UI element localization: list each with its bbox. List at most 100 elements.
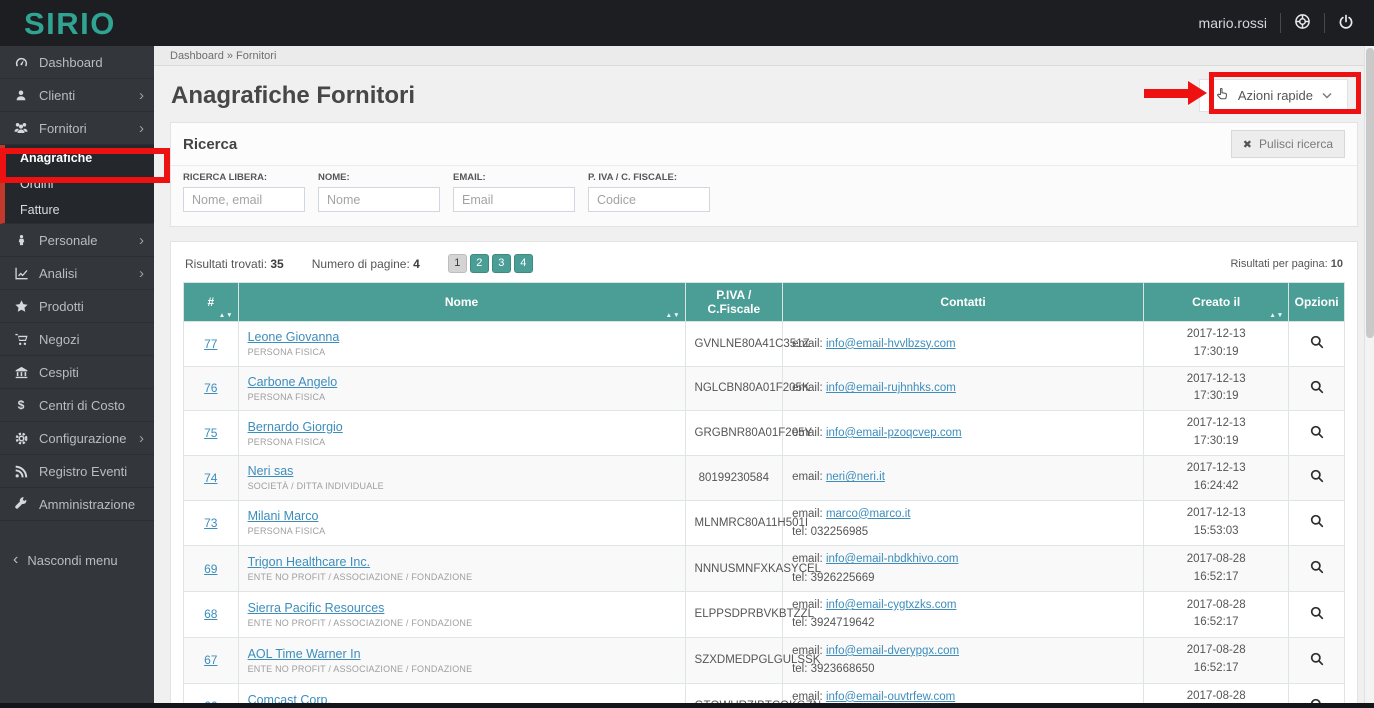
quick-actions-label: Azioni rapide bbox=[1237, 88, 1313, 103]
sidebar-item-cespiti[interactable]: Cespiti bbox=[0, 356, 154, 389]
row-created-cell: 2017-08-28 16:52:17 bbox=[1143, 545, 1290, 593]
row-email-link[interactable]: info@email-ouvtrfew.com bbox=[826, 691, 955, 703]
username[interactable]: mario.rossi bbox=[1199, 15, 1267, 31]
row-email-link[interactable]: marco@marco.it bbox=[826, 508, 911, 520]
page-button-3[interactable]: 3 bbox=[491, 254, 511, 273]
row-detail-button[interactable] bbox=[1309, 424, 1325, 443]
app-logo[interactable]: SIRIO bbox=[0, 8, 116, 39]
sidebar-item-anagrafiche[interactable]: Anagrafiche bbox=[5, 145, 154, 171]
row-id-link[interactable]: 68 bbox=[204, 607, 217, 621]
column-header-opzioni: Opzioni bbox=[1288, 282, 1345, 322]
row-created-date: 2017-08-28 bbox=[1186, 598, 1246, 611]
row-name-link[interactable]: Neri sas bbox=[248, 464, 294, 478]
quick-actions-button[interactable]: Azioni rapide bbox=[1198, 79, 1348, 112]
table-row: 77 Leone Giovanna PERSONA FISICA GVNLNE80A4… bbox=[183, 321, 1345, 367]
magnifier-icon bbox=[1309, 559, 1325, 578]
sort-arrows-icon[interactable]: ▲▼ bbox=[666, 312, 681, 319]
sidebar-item-fatture[interactable]: Fatture bbox=[5, 197, 154, 223]
search-input-p-iva-c-fiscale[interactable] bbox=[588, 187, 710, 212]
row-created-date: 2017-12-13 bbox=[1186, 417, 1246, 430]
row-name-link[interactable]: Trigon Healthcare Inc. bbox=[248, 555, 371, 569]
search-panel: Ricerca ✖ Pulisci ricerca RICERCA LIBERA… bbox=[170, 122, 1358, 227]
row-detail-button[interactable] bbox=[1309, 559, 1325, 578]
row-type-label: PERSONA FISICA bbox=[247, 526, 326, 537]
row-contacts-cell: email: info@email-hvvlbzsy.com bbox=[782, 321, 1145, 367]
magnifier-icon bbox=[1309, 468, 1325, 487]
sidebar-item-prodotti[interactable]: Prodotti bbox=[0, 290, 154, 323]
logout-button[interactable] bbox=[1338, 14, 1354, 33]
row-contacts-cell: email: info@email-pzoqcvep.com bbox=[782, 410, 1145, 456]
sidebar-item-centri-di-costo[interactable]: $ Centri di Costo bbox=[0, 389, 154, 422]
row-detail-button[interactable] bbox=[1309, 379, 1325, 398]
page-button-1[interactable]: 1 bbox=[447, 254, 467, 273]
search-input-nome[interactable] bbox=[318, 187, 440, 212]
sidebar-item-label: Centri di Costo bbox=[39, 397, 125, 413]
row-email-link[interactable]: info@email-cygtxzks.com bbox=[826, 599, 957, 611]
clear-search-label: Pulisci ricerca bbox=[1258, 137, 1333, 151]
search-input-ricerca-libera[interactable] bbox=[183, 187, 305, 212]
row-name-link[interactable]: Milani Marco bbox=[248, 509, 319, 523]
row-id-link[interactable]: 69 bbox=[204, 562, 217, 576]
row-id-link[interactable]: 73 bbox=[204, 516, 217, 530]
row-detail-button[interactable] bbox=[1309, 513, 1325, 532]
sidebar-item-analisi[interactable]: Analisi › bbox=[0, 257, 154, 290]
row-email-link[interactable]: neri@neri.it bbox=[826, 471, 885, 483]
results-toolbar: Risultati trovati: 35 Numero di pagine: … bbox=[183, 250, 1345, 282]
column-header-[interactable]: # ▲▼ bbox=[183, 282, 239, 322]
column-header-label: Nome bbox=[444, 295, 479, 309]
row-email-link[interactable]: info@email-pzoqcvep.com bbox=[826, 427, 962, 439]
page-button-2[interactable]: 2 bbox=[469, 254, 489, 273]
row-name-link[interactable]: AOL Time Warner In bbox=[248, 647, 361, 661]
chevron-left-icon: ‹ bbox=[13, 551, 19, 568]
sidebar-item-fornitori[interactable]: Fornitori › bbox=[0, 112, 154, 145]
column-header-nome[interactable]: Nome ▲▼ bbox=[237, 282, 686, 322]
sidebar-item-label: Dashboard bbox=[39, 54, 103, 70]
row-detail-button[interactable] bbox=[1309, 651, 1325, 670]
row-email-link[interactable]: info@email-rujhnhks.com bbox=[826, 382, 956, 394]
row-email-link[interactable]: info@email-nbdkhivo.com bbox=[826, 553, 958, 565]
row-name-link[interactable]: Sierra Pacific Resources bbox=[248, 601, 385, 615]
scrollbar[interactable] bbox=[1364, 46, 1374, 708]
row-detail-button[interactable] bbox=[1309, 468, 1325, 487]
row-id-link[interactable]: 77 bbox=[204, 337, 217, 351]
sort-arrows-icon[interactable]: ▲▼ bbox=[1269, 312, 1284, 319]
sidebar-item-clienti[interactable]: Clienti › bbox=[0, 79, 154, 112]
chart-icon bbox=[13, 265, 29, 281]
sidebar-item-personale[interactable]: Personale › bbox=[0, 224, 154, 257]
sidebar-item-negozi[interactable]: Negozi bbox=[0, 323, 154, 356]
row-tel-line: tel: 3926225669 bbox=[792, 571, 875, 584]
row-email-link[interactable]: info@email-dverypgx.com bbox=[826, 645, 959, 657]
row-name-link[interactable]: Carbone Angelo bbox=[248, 375, 338, 389]
row-email-link[interactable]: info@email-hvvlbzsy.com bbox=[826, 338, 956, 350]
search-input-email[interactable] bbox=[453, 187, 575, 212]
row-detail-button[interactable] bbox=[1309, 605, 1325, 624]
row-id-link[interactable]: 75 bbox=[204, 426, 217, 440]
row-created-date: 2017-08-28 bbox=[1186, 644, 1246, 657]
row-options-cell bbox=[1288, 499, 1345, 547]
chevron-down-icon bbox=[1322, 92, 1332, 99]
column-header-creato-il[interactable]: Creato il ▲▼ bbox=[1143, 282, 1290, 322]
sidebar-item-configurazione[interactable]: Configurazione › bbox=[0, 422, 154, 455]
clear-search-button[interactable]: ✖ Pulisci ricerca bbox=[1230, 130, 1345, 158]
row-id-link[interactable]: 67 bbox=[204, 653, 217, 667]
column-header-p-iva-c-fiscale: P.IVA / C.Fiscale bbox=[684, 282, 784, 322]
sort-arrows-icon[interactable]: ▲▼ bbox=[219, 312, 234, 319]
svg-text:$: $ bbox=[18, 398, 25, 412]
help-button[interactable] bbox=[1294, 13, 1311, 33]
sidebar-item-registro-eventi[interactable]: Registro Eventi bbox=[0, 455, 154, 488]
divider bbox=[1324, 13, 1325, 33]
search-title: Ricerca bbox=[183, 135, 238, 153]
sidebar-item-amministrazione[interactable]: Amministrazione bbox=[0, 488, 154, 521]
sidebar-item-dashboard[interactable]: Dashboard bbox=[0, 46, 154, 79]
page-button-4[interactable]: 4 bbox=[513, 254, 533, 273]
sidebar-item-ordini[interactable]: Ordini bbox=[5, 171, 154, 197]
row-name-link[interactable]: Leone Giovanna bbox=[248, 330, 340, 344]
scrollbar-thumb[interactable] bbox=[1366, 48, 1374, 338]
row-name-link[interactable]: Bernardo Giorgio bbox=[248, 420, 343, 434]
row-detail-button[interactable] bbox=[1309, 334, 1325, 353]
sidebar-collapse-button[interactable]: ‹ Nascondi menu bbox=[0, 543, 154, 577]
row-name-cell: Carbone Angelo PERSONA FISICA bbox=[237, 365, 686, 412]
row-id-link[interactable]: 74 bbox=[204, 471, 217, 485]
row-id-link[interactable]: 76 bbox=[204, 381, 217, 395]
row-id-cell: 68 bbox=[183, 591, 239, 638]
